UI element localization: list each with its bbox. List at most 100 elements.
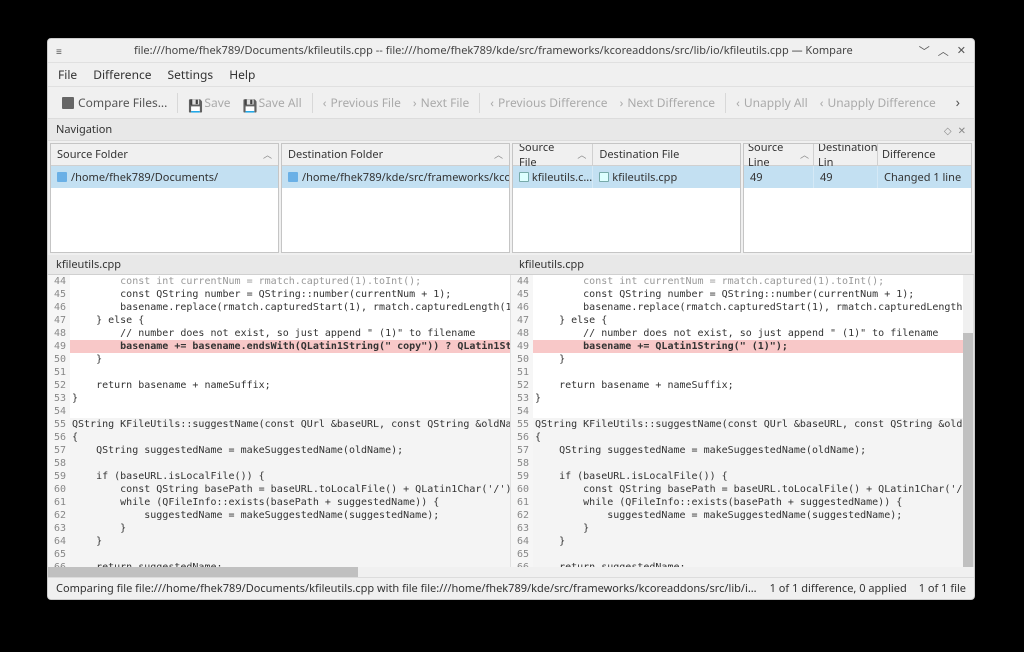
window-title: file:///home/fhek789/Documents/kfileutil… bbox=[68, 43, 919, 58]
unapply-all-button: ‹Unapply All bbox=[730, 91, 814, 114]
left-pane[interactable]: 44 const int currentNum = rmatch.capture… bbox=[48, 275, 511, 567]
nav-float-icon[interactable]: ◇ bbox=[944, 123, 952, 137]
code-line[interactable]: 49 basename += basename.endsWith(QLatin1… bbox=[48, 340, 510, 353]
menu-difference[interactable]: Difference bbox=[93, 66, 151, 83]
maximize-icon[interactable]: ︿ bbox=[938, 43, 949, 59]
code-line[interactable]: 51 bbox=[511, 366, 973, 379]
toolbar: Compare Files... 💾Save 💾Save All ‹Previo… bbox=[48, 87, 974, 119]
chevron-left-icon: ‹ bbox=[323, 94, 327, 111]
code-line[interactable]: 62 suggestedName = makeSuggestedName(sug… bbox=[511, 509, 973, 522]
status-file-count: 1 of 1 file bbox=[919, 581, 966, 596]
code-line[interactable]: 61 while (QFileInfo::exists(basePath + s… bbox=[511, 496, 973, 509]
code-line[interactable]: 48 // number does not exist, so just app… bbox=[511, 327, 973, 340]
sort-icon[interactable]: ︿ bbox=[494, 148, 503, 161]
menubar: File Difference Settings Help bbox=[48, 63, 974, 87]
code-line[interactable]: 55QString KFileUtils::suggestName(const … bbox=[48, 418, 510, 431]
chevron-right-icon: › bbox=[413, 94, 417, 111]
sort-icon[interactable]: ︿ bbox=[800, 148, 809, 161]
close-icon[interactable]: ✕ bbox=[957, 43, 966, 58]
destination-file-header[interactable]: Destination File bbox=[599, 147, 679, 162]
code-line[interactable]: 45 const QString number = QString::numbe… bbox=[48, 288, 510, 301]
save-all-icon: 💾 bbox=[243, 97, 255, 109]
code-line[interactable]: 60 const QString basePath = baseURL.toLo… bbox=[511, 483, 973, 496]
sort-icon[interactable]: ︿ bbox=[263, 148, 272, 161]
file-row[interactable]: kfileutils.c... kfileutils.cpp bbox=[513, 166, 740, 188]
right-pane[interactable]: 44 const int currentNum = rmatch.capture… bbox=[511, 275, 974, 567]
source-folder-panel: Source Folder ︿ /home/fhek789/Documents/ bbox=[50, 143, 279, 253]
difference-row[interactable]: 49 49 Changed 1 line bbox=[744, 166, 971, 188]
code-line[interactable]: 60 const QString basePath = baseURL.toLo… bbox=[48, 483, 510, 496]
minimize-icon[interactable]: ﹀ bbox=[919, 43, 930, 59]
destination-folder-header[interactable]: Destination Folder bbox=[288, 147, 383, 162]
navigation-panels: Source Folder︿ /home/fhek789/Documents/ … bbox=[48, 141, 974, 255]
chevron-right-icon: › bbox=[620, 94, 624, 111]
code-line[interactable]: 50 } bbox=[511, 353, 973, 366]
app-menu-icon[interactable]: ≡ bbox=[56, 44, 62, 58]
code-line[interactable]: 64 } bbox=[511, 535, 973, 548]
sort-icon[interactable]: ︿ bbox=[577, 148, 586, 161]
code-line[interactable]: 64 } bbox=[48, 535, 510, 548]
code-line[interactable]: 48 // number does not exist, so just app… bbox=[48, 327, 510, 340]
destination-folder-panel: Destination Folder ︿ /home/fhek789/kde/sr… bbox=[281, 143, 510, 253]
code-line[interactable]: 44 const int currentNum = rmatch.capture… bbox=[48, 275, 510, 288]
code-line[interactable]: 66 return suggestedName; bbox=[511, 561, 973, 567]
code-line[interactable]: 62 suggestedName = makeSuggestedName(sug… bbox=[48, 509, 510, 522]
code-line[interactable]: 59 if (baseURL.isLocalFile()) { bbox=[48, 470, 510, 483]
code-line[interactable]: 57 QString suggestedName = makeSuggested… bbox=[48, 444, 510, 457]
menu-settings[interactable]: Settings bbox=[168, 66, 214, 83]
code-line[interactable]: 53} bbox=[48, 392, 510, 405]
code-line[interactable]: 44 const int currentNum = rmatch.capture… bbox=[511, 275, 973, 288]
navigation-label: Navigation bbox=[56, 122, 938, 137]
toolbar-overflow-icon[interactable]: › bbox=[950, 93, 966, 112]
code-line[interactable]: 51 bbox=[48, 366, 510, 379]
code-line[interactable]: 46 basename.replace(rmatch.capturedStart… bbox=[48, 301, 510, 314]
titlebar: ≡ file:///home/fhek789/Documents/kfileut… bbox=[48, 39, 974, 63]
left-file-tab: kfileutils.cpp bbox=[48, 255, 511, 274]
code-line[interactable]: 49 basename += QLatin1String(" (1)"); bbox=[511, 340, 973, 353]
source-folder-row[interactable]: /home/fhek789/Documents/ bbox=[51, 166, 278, 188]
code-line[interactable]: 46 basename.replace(rmatch.capturedStart… bbox=[511, 301, 973, 314]
save-all-button: 💾Save All bbox=[237, 91, 308, 114]
previous-file-button: ‹Previous File bbox=[317, 91, 407, 114]
code-line[interactable]: 53} bbox=[511, 392, 973, 405]
status-message: Comparing file file:///home/fhek789/Docu… bbox=[56, 581, 758, 596]
code-line[interactable]: 55QString KFileUtils::suggestName(const … bbox=[511, 418, 973, 431]
code-line[interactable]: 45 const QString number = QString::numbe… bbox=[511, 288, 973, 301]
code-line[interactable]: 47 } else { bbox=[48, 314, 510, 327]
horizontal-scrollbar[interactable] bbox=[48, 567, 974, 577]
menu-help[interactable]: Help bbox=[229, 66, 255, 83]
code-line[interactable]: 63 } bbox=[511, 522, 973, 535]
code-line[interactable]: 56{ bbox=[48, 431, 510, 444]
code-line[interactable]: 52 return basename + nameSuffix; bbox=[48, 379, 510, 392]
status-diff-count: 1 of 1 difference, 0 applied bbox=[770, 581, 907, 596]
save-icon: 💾 bbox=[188, 97, 200, 109]
code-line[interactable]: 58 bbox=[511, 457, 973, 470]
diff-area: kfileutils.cpp kfileutils.cpp 44 const i… bbox=[48, 255, 974, 577]
difference-header[interactable]: Difference bbox=[882, 147, 935, 162]
code-line[interactable]: 61 while (QFileInfo::exists(basePath + s… bbox=[48, 496, 510, 509]
code-line[interactable]: 57 QString suggestedName = makeSuggested… bbox=[511, 444, 973, 457]
code-line[interactable]: 58 bbox=[48, 457, 510, 470]
destination-folder-row[interactable]: /home/fhek789/kde/src/frameworks/kcoread… bbox=[282, 166, 509, 188]
code-line[interactable]: 47 } else { bbox=[511, 314, 973, 327]
source-folder-header[interactable]: Source Folder bbox=[57, 147, 128, 162]
code-line[interactable]: 65 bbox=[48, 548, 510, 561]
code-line[interactable]: 52 return basename + nameSuffix; bbox=[511, 379, 973, 392]
code-line[interactable]: 63 } bbox=[48, 522, 510, 535]
app-window: ≡ file:///home/fhek789/Documents/kfileut… bbox=[47, 38, 975, 600]
vertical-scrollbar[interactable] bbox=[963, 275, 973, 567]
unapply-difference-button: ‹Unapply Difference bbox=[814, 91, 942, 114]
code-line[interactable]: 50 } bbox=[48, 353, 510, 366]
code-line[interactable]: 54 bbox=[48, 405, 510, 418]
code-line[interactable]: 59 if (baseURL.isLocalFile()) { bbox=[511, 470, 973, 483]
folder-icon bbox=[288, 172, 298, 182]
nav-close-icon[interactable]: ✕ bbox=[958, 123, 966, 137]
difference-panel: Source Line︿ Destination Lin Difference … bbox=[743, 143, 972, 253]
code-line[interactable]: 66 return suggestedName; bbox=[48, 561, 510, 567]
code-line[interactable]: 65 bbox=[511, 548, 973, 561]
menu-file[interactable]: File bbox=[58, 66, 77, 83]
code-line[interactable]: 56{ bbox=[511, 431, 973, 444]
compare-files-button[interactable]: Compare Files... bbox=[56, 91, 173, 114]
code-line[interactable]: 54 bbox=[511, 405, 973, 418]
cpp-file-icon bbox=[599, 172, 609, 182]
